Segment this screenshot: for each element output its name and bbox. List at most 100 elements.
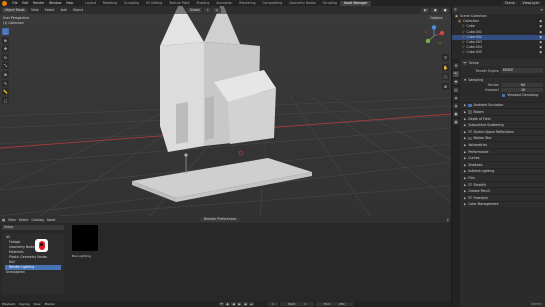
viewport-menu-select[interactable]: Select (43, 8, 57, 12)
texture-tab-icon[interactable]: ▦ (453, 119, 459, 125)
panel-depth-of-field[interactable]: ▶ Depth of Field (461, 114, 545, 122)
options-button[interactable]: Options (427, 16, 445, 21)
panel-ambient-occlusion[interactable]: ▶ Ambient Occlusion (461, 101, 545, 109)
workspace-tab-uv-editing[interactable]: UV Editing (142, 1, 165, 6)
workspace-tab-scripting[interactable]: Scripting (319, 1, 340, 6)
viewport-menu-view[interactable]: View (29, 8, 41, 12)
timeline-menu-playback[interactable]: Playback (2, 302, 15, 306)
panel-indirect-lighting[interactable]: ▶ Indirect Lighting (461, 167, 545, 175)
view-layer-selector[interactable]: ViewLayer (519, 0, 542, 6)
catalog-item-unassigned[interactable]: Unassigned (5, 270, 61, 275)
overlay-icon[interactable]: ◐ (421, 7, 430, 13)
scene-tab-icon[interactable]: ◈ (453, 95, 459, 101)
timeline-menu-keying[interactable]: Keying (19, 302, 29, 306)
shading-mode-icon[interactable]: ● (441, 7, 449, 13)
workspace-tab-asset-manager[interactable]: Asset Manager (340, 0, 371, 6)
scale-icon[interactable]: ⤡ (2, 62, 9, 70)
outliner-item[interactable]: ▽ Cube.005 ◉ (452, 50, 545, 55)
zoom-icon[interactable]: ⚲ (442, 54, 449, 61)
render-samples-field[interactable]: 64 (501, 83, 543, 88)
outliner-filter-icon[interactable]: ⏷ (540, 8, 543, 12)
visibility-icon[interactable]: ◉ (539, 50, 542, 55)
menu-render[interactable]: Render (31, 1, 47, 5)
play-reverse-icon[interactable]: ◀ (230, 301, 236, 307)
end-frame-field[interactable]: End 250 (316, 301, 353, 307)
asset-library-select[interactable]: Setup (2, 225, 64, 230)
navigation-gizmo-icon[interactable] (423, 25, 445, 47)
jump-start-icon[interactable]: ⏮ (218, 301, 224, 307)
viewport-menu-object[interactable]: Object (71, 8, 85, 12)
select-box-icon[interactable]: ⬚ (2, 28, 9, 35)
menu-edit[interactable]: Edit (20, 1, 31, 5)
panel-bloom[interactable]: ▶ Bloom (461, 108, 545, 115)
world-tab-icon[interactable]: ◍ (453, 103, 459, 109)
mode-selector[interactable]: Object Mode (2, 7, 28, 13)
play-icon[interactable]: ▶ (236, 301, 242, 307)
panel-film[interactable]: ▶ Film (461, 174, 545, 181)
cursor-icon[interactable]: ⊕ (2, 36, 9, 44)
timeline-menu-marker[interactable]: Marker (45, 302, 55, 306)
xray-icon[interactable]: ▣ (431, 7, 440, 13)
panel-screen-space-reflections[interactable]: ▶ Screen Space Reflections (461, 127, 545, 135)
asset-library-field[interactable]: Blender Preferences (200, 217, 241, 222)
output-tab-icon[interactable]: 🖶 (453, 79, 459, 85)
menu-help[interactable]: Help (64, 1, 76, 5)
panel-curves[interactable]: ▶ Curves (461, 154, 545, 161)
asset-thumbnail[interactable] (72, 225, 98, 251)
add-cube-icon[interactable]: ▢ (2, 96, 9, 104)
panel-volumetrics[interactable]: ▶ Volumetrics (461, 141, 545, 148)
asset-search-icon[interactable]: ⚲ (447, 218, 449, 222)
workspace-tab-rendering[interactable]: Rendering (236, 1, 259, 6)
asset-menu-view[interactable]: View (8, 218, 16, 222)
bloom-checkbox[interactable] (468, 110, 472, 114)
transform-icon[interactable]: ⊞ (2, 70, 9, 78)
measure-icon[interactable]: 📏 (2, 88, 9, 96)
workspace-tab-animation[interactable]: Animation (213, 1, 236, 6)
ssr-checkbox[interactable] (468, 130, 472, 134)
panel-motion-blur[interactable]: ▶ Motion Blur (461, 134, 545, 142)
workspace-tab-layout[interactable]: Layout (82, 1, 100, 6)
motion-blur-checkbox[interactable] (468, 136, 472, 140)
start-frame-field[interactable]: Start 1 (279, 301, 315, 307)
outliner-editor-icon[interactable]: ☰ (454, 8, 457, 12)
panel-simplify[interactable]: ▶ Simplify (461, 180, 545, 188)
workspace-tab-geometry-nodes[interactable]: Geometry Nodes (286, 1, 320, 6)
timeline-menu-view[interactable]: View (33, 302, 40, 306)
panel-sampling[interactable]: ▼ Sampling (461, 76, 545, 83)
asset-menu-asset[interactable]: Asset (47, 218, 56, 222)
ambient-occlusion-checkbox[interactable] (468, 103, 472, 107)
rotate-icon[interactable]: ↻ (2, 53, 9, 61)
move-icon[interactable]: ✥ (2, 45, 9, 53)
annotate-icon[interactable]: ✎ (2, 79, 9, 87)
current-frame-field[interactable]: 1 (267, 301, 278, 307)
scene-selector[interactable]: Scene (501, 0, 518, 6)
panel-freestyle[interactable]: ▶ Freestyle (461, 193, 545, 201)
workspace-tab-texture-paint[interactable]: Texture Paint (166, 1, 193, 6)
render-tab-icon[interactable]: 📷 (453, 71, 459, 77)
panel-performance[interactable]: ▶ Performance (461, 147, 545, 155)
render-engine-select[interactable]: EEVEE (501, 68, 543, 73)
camera-icon[interactable]: 🎥 (442, 73, 449, 80)
viewport-samples-field[interactable]: 16 (501, 88, 543, 93)
viewport-menu-add[interactable]: Add (59, 8, 69, 12)
panel-color-management[interactable]: ▶ Color Management (461, 200, 545, 208)
panel-subsurface-scattering[interactable]: ▶ Subsurface Scattering (461, 121, 545, 128)
simplify-checkbox[interactable] (468, 182, 472, 187)
menu-window[interactable]: Window (47, 1, 64, 5)
jump-end-icon[interactable]: ⏭ (248, 301, 254, 307)
pan-hand-icon[interactable]: ✋ (442, 63, 449, 71)
workspace-tab-compositing[interactable]: Compositing (259, 1, 286, 6)
blender-logo-icon[interactable] (2, 0, 7, 6)
view-layer-tab-icon[interactable]: ▤ (453, 87, 459, 93)
snap-icon[interactable]: ⌖ (204, 7, 212, 13)
proportional-edit-icon[interactable]: ◎ (213, 7, 221, 13)
collection-tab-icon[interactable]: ▣ (453, 111, 459, 117)
workspace-tab-shading[interactable]: Shading (193, 1, 213, 6)
viewport-denoising-checkbox[interactable] (502, 93, 506, 97)
transform-orientation-selector[interactable]: Global (187, 7, 203, 13)
next-key-icon[interactable]: ◆ (242, 301, 248, 307)
prev-key-icon[interactable]: ◆ (224, 301, 230, 307)
3d-viewport[interactable]: Object Mode View Select Add Object Globa… (0, 6, 451, 216)
panel-grease-pencil[interactable]: ▶ Grease Pencil (461, 187, 545, 194)
asset-menu-catalog[interactable]: Catalog (31, 218, 43, 222)
